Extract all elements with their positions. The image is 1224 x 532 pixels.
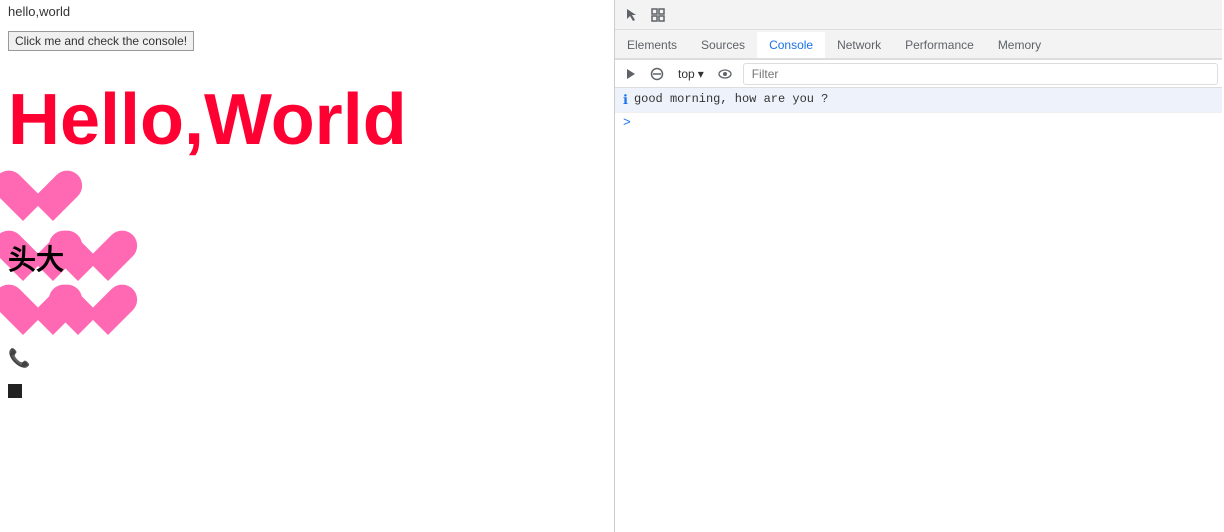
console-toolbar: top ▾ [615,60,1222,88]
eye-button[interactable] [713,62,737,86]
tab-performance[interactable]: Performance [893,32,986,60]
heart-row-1 [8,171,614,226]
no-entry-button[interactable] [645,62,669,86]
filter-input[interactable] [743,63,1218,85]
tab-sources[interactable]: Sources [689,32,757,60]
devtools-tabs: Elements Sources Console Network Perform… [615,30,1222,60]
main-heading: Hello,World [8,79,606,161]
prompt-arrow-icon: > [623,115,631,130]
phone-icon: 📞 [8,348,614,369]
cursor-icon-btn[interactable] [619,2,645,28]
heart-row-3 [8,285,614,340]
tab-network[interactable]: Network [825,32,893,60]
click-me-button[interactable]: Click me and check the console! [8,31,194,51]
console-prompt-line: > [615,113,1222,132]
heart-icon-5 [63,285,123,340]
heart-icon-1 [8,171,68,226]
chinese-text: 头大 [8,238,64,278]
context-dropdown[interactable]: top ▾ [671,64,711,84]
devtools-topbar [615,0,1222,30]
tab-elements[interactable]: Elements [615,32,689,60]
chevron-down-icon: ▾ [698,67,704,81]
play-button[interactable] [619,62,643,86]
black-square [8,384,22,398]
console-content: ℹ good morning, how are you ? > [615,88,1222,532]
tab-memory[interactable]: Memory [986,32,1053,60]
tab-console[interactable]: Console [757,32,825,60]
heart-icon-3 [63,231,123,286]
context-label: top [678,67,695,81]
console-message-0: ℹ good morning, how are you ? [615,88,1222,113]
devtools-panel: Elements Sources Console Network Perform… [614,0,1222,532]
webpage-panel: hello,world Click me and check the conso… [0,0,614,532]
console-message-text: good morning, how are you ? [634,92,828,106]
hearts-section: 头大 [8,171,614,340]
inspect-element-btn[interactable] [645,2,671,28]
info-icon: ℹ [623,93,628,108]
page-title: hello,world [0,0,614,23]
heart-row-2: 头大 [8,228,614,288]
